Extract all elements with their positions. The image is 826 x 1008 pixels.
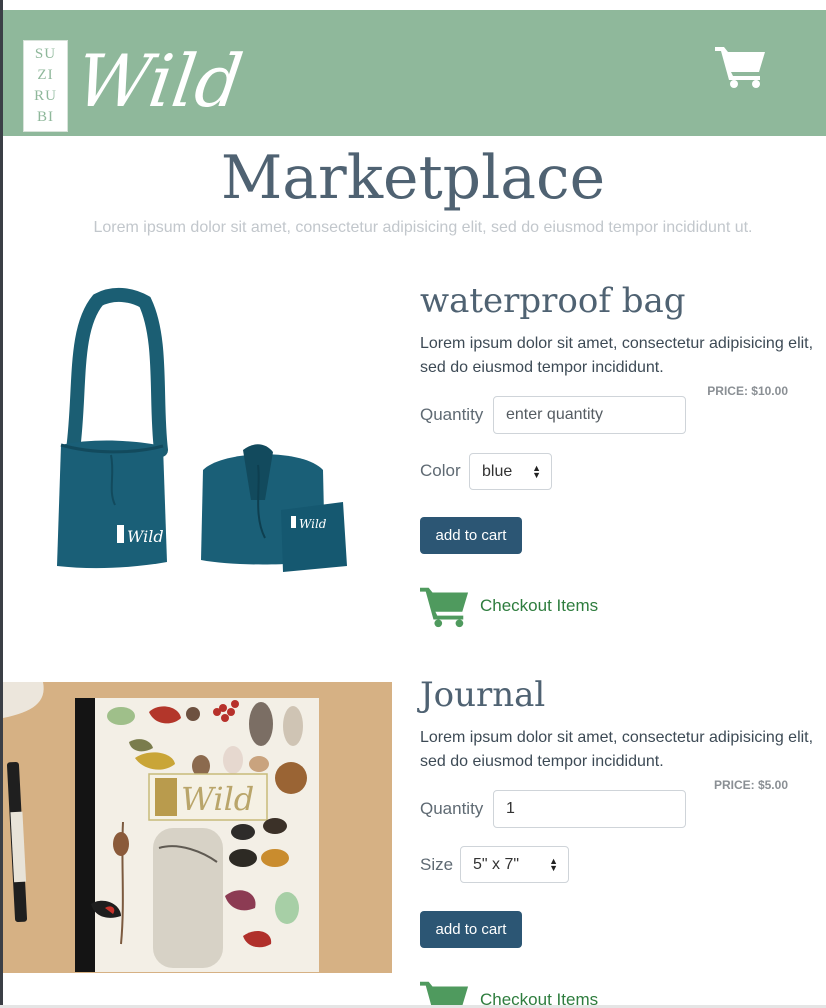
shopping-cart-icon (420, 587, 469, 628)
svg-text:Wild: Wild (127, 527, 164, 546)
color-select[interactable]: blue ▲ ▼ (469, 453, 552, 490)
add-to-cart-button[interactable]: add to cart (420, 911, 522, 948)
journal-illustration: Wild (3, 682, 392, 973)
select-arrows-icon: ▲ ▼ (549, 855, 558, 873)
color-label: Color (420, 461, 461, 480)
product-price: PRICE: $5.00 (713, 778, 788, 792)
quantity-label: Quantity (420, 799, 484, 818)
add-to-cart-button[interactable]: add to cart (420, 517, 522, 554)
svg-text:Wild: Wild (181, 780, 254, 818)
logo-wordmark[interactable]: Wild (71, 36, 249, 126)
product-image-waterproof-bag: Wild Wild (3, 270, 392, 600)
product-image-journal: Wild (3, 682, 392, 973)
page-subtitle: Lorem ipsum dolor sit amet, consectetur … (93, 219, 753, 236)
svg-text:Wild: Wild (299, 517, 327, 531)
checkout-items-link[interactable]: Checkout Items (420, 978, 598, 1008)
logo-letters-4: BI (37, 109, 54, 125)
select-arrows-icon: ▲ ▼ (532, 462, 541, 480)
quantity-input[interactable] (493, 790, 686, 828)
shopping-cart-icon[interactable] (715, 44, 767, 88)
product-title: waterproof bag (420, 281, 686, 321)
checkout-items-label: Checkout Items (480, 596, 599, 615)
waterproof-bag-illustration: Wild Wild (57, 288, 347, 572)
logo-monogram[interactable]: SU ZI RU BI (23, 40, 68, 132)
size-select-value: 5" x 7" (473, 855, 520, 873)
quantity-input[interactable] (493, 396, 686, 434)
product-description: Lorem ipsum dolor sit amet, consectetur … (420, 729, 814, 770)
quantity-label: Quantity (420, 405, 484, 424)
shopping-cart-icon (420, 981, 469, 1008)
page-title: Marketplace (220, 143, 606, 213)
product-title: Journal (420, 675, 546, 715)
size-select[interactable]: 5" x 7" ▲ ▼ (460, 846, 569, 883)
checkout-items-link[interactable]: Checkout Items (420, 584, 598, 628)
product-price: PRICE: $10.00 (707, 384, 788, 398)
page: SU ZI RU BI Wild Marketplace Lorem ipsum… (0, 0, 826, 1008)
logo-letters-3: RU (34, 88, 57, 104)
site-header: SU ZI RU BI Wild (3, 10, 826, 136)
logo-letters-1: SU (34, 46, 57, 62)
product-description: Lorem ipsum dolor sit amet, consectetur … (420, 335, 814, 376)
logo-letters-2: ZI (37, 67, 54, 83)
size-label: Size (420, 855, 454, 874)
color-select-value: blue (482, 462, 513, 480)
